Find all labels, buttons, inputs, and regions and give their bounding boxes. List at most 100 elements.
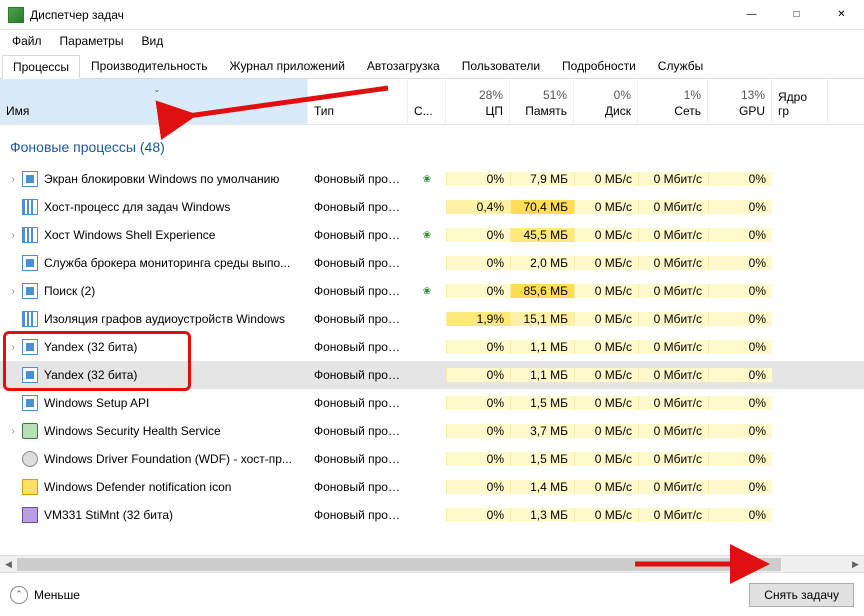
network-label: Сеть	[674, 104, 701, 118]
horizontal-scrollbar[interactable]: ◀ ▶	[0, 555, 864, 572]
leaf-icon: ❀	[423, 230, 431, 241]
process-cpu: 0%	[446, 172, 510, 186]
process-network: 0 Мбит/с	[638, 396, 708, 410]
expand-icon[interactable]: ›	[6, 174, 20, 185]
process-cpu: 0%	[446, 256, 510, 270]
process-disk: 0 МБ/с	[574, 256, 638, 270]
process-row[interactable]: ›Windows Security Health ServiceФоновый …	[0, 417, 864, 445]
process-cpu: 0%	[446, 508, 510, 522]
process-name: Поиск (2)	[44, 284, 95, 298]
process-memory: 7,9 МБ	[510, 172, 574, 186]
process-gpu: 0%	[708, 508, 772, 522]
process-icon	[22, 311, 38, 327]
menu-file[interactable]: Файл	[4, 32, 50, 50]
process-type: Фоновый процесс	[308, 172, 408, 186]
tab-5[interactable]: Подробности	[551, 54, 647, 78]
gpu-label: GPU	[739, 104, 765, 118]
expand-icon[interactable]: ›	[6, 286, 20, 297]
process-name: Windows Driver Foundation (WDF) - хост-п…	[44, 452, 292, 466]
column-name-label: Имя	[6, 104, 29, 118]
tab-4[interactable]: Пользователи	[451, 54, 551, 78]
column-name[interactable]: ⌄ Имя	[0, 79, 308, 124]
process-row[interactable]: Windows Setup APIФоновый процесс0%1,5 МБ…	[0, 389, 864, 417]
column-memory[interactable]: 51% Память	[510, 79, 574, 124]
end-task-button[interactable]: Снять задачу	[749, 583, 854, 607]
tab-6[interactable]: Службы	[647, 54, 714, 78]
process-cpu: 0%	[446, 284, 510, 298]
expand-icon[interactable]: ›	[6, 426, 20, 437]
process-row[interactable]: ›Поиск (2)Фоновый процесс❀0%85,6 МБ0 МБ/…	[0, 277, 864, 305]
process-name: VM331 StiMnt (32 бита)	[44, 508, 173, 522]
process-type: Фоновый процесс	[308, 200, 408, 214]
process-type: Фоновый процесс	[308, 452, 408, 466]
fewer-details-button[interactable]: ⌃ Меньше	[10, 586, 80, 604]
process-cpu: 0%	[446, 424, 510, 438]
menu-view[interactable]: Вид	[133, 32, 171, 50]
process-row[interactable]: Изоляция графов аудиоустройств WindowsФо…	[0, 305, 864, 333]
process-row[interactable]: Служба брокера мониторинга среды выпо...…	[0, 249, 864, 277]
process-disk: 0 МБ/с	[574, 228, 638, 242]
tab-0[interactable]: Процессы	[2, 55, 80, 79]
process-memory: 70,4 МБ	[510, 200, 574, 214]
expand-icon[interactable]: ›	[6, 342, 20, 353]
process-disk: 0 МБ/с	[574, 424, 638, 438]
tab-3[interactable]: Автозагрузка	[356, 54, 451, 78]
close-button[interactable]: ✕	[819, 0, 864, 30]
process-status: ❀	[408, 174, 446, 185]
menu-options[interactable]: Параметры	[52, 32, 132, 50]
network-percent: 1%	[684, 88, 701, 102]
column-headers: ⌄ Имя Тип С... 28% ЦП 51% Память 0% Диск…	[0, 79, 864, 125]
process-disk: 0 МБ/с	[574, 312, 638, 326]
process-cpu: 0%	[446, 368, 510, 382]
process-icon	[22, 339, 38, 355]
tab-2[interactable]: Журнал приложений	[219, 54, 356, 78]
column-disk[interactable]: 0% Диск	[574, 79, 638, 124]
column-cpu[interactable]: 28% ЦП	[446, 79, 510, 124]
fewer-details-label: Меньше	[34, 588, 80, 602]
process-type: Фоновый процесс	[308, 424, 408, 438]
leaf-icon: ❀	[423, 286, 431, 297]
process-row[interactable]: Windows Defender notification iconФоновы…	[0, 473, 864, 501]
process-row[interactable]: ›Yandex (32 бита)Фоновый процесс0%1,1 МБ…	[0, 333, 864, 361]
chevron-up-icon: ⌃	[10, 586, 28, 604]
process-memory: 1,1 МБ	[510, 368, 574, 382]
column-status[interactable]: С...	[408, 79, 446, 124]
scroll-right-button[interactable]: ▶	[847, 556, 864, 572]
column-gpu[interactable]: 13% GPU	[708, 79, 772, 124]
process-disk: 0 МБ/с	[574, 340, 638, 354]
process-row[interactable]: ›Хост Windows Shell ExperienceФоновый пр…	[0, 221, 864, 249]
process-gpu: 0%	[708, 340, 772, 354]
process-row[interactable]: Yandex (32 бита)Фоновый процесс0%1,1 МБ0…	[0, 361, 864, 389]
column-network[interactable]: 1% Сеть	[638, 79, 708, 124]
process-icon	[22, 283, 38, 299]
process-name: Служба брокера мониторинга среды выпо...	[44, 256, 290, 270]
process-type: Фоновый процесс	[308, 368, 408, 382]
process-row[interactable]: Хост-процесс для задач WindowsФоновый пр…	[0, 193, 864, 221]
process-memory: 2,0 МБ	[510, 256, 574, 270]
scroll-track[interactable]	[17, 556, 847, 572]
process-list[interactable]: Фоновые процессы (48) ›Экран блокировки …	[0, 125, 864, 555]
process-row[interactable]: Windows Driver Foundation (WDF) - хост-п…	[0, 445, 864, 473]
maximize-button[interactable]: □	[774, 0, 819, 30]
scroll-left-button[interactable]: ◀	[0, 556, 17, 572]
tab-1[interactable]: Производительность	[80, 54, 218, 78]
disk-percent: 0%	[614, 88, 631, 102]
leaf-icon: ❀	[423, 174, 431, 185]
process-row[interactable]: VM331 StiMnt (32 бита)Фоновый процесс0%1…	[0, 501, 864, 529]
process-network: 0 Мбит/с	[638, 508, 708, 522]
scroll-thumb[interactable]	[17, 558, 781, 571]
process-icon	[22, 423, 38, 439]
column-type[interactable]: Тип	[308, 79, 408, 124]
process-disk: 0 МБ/с	[574, 480, 638, 494]
process-gpu: 0%	[708, 424, 772, 438]
process-memory: 85,6 МБ	[510, 284, 574, 298]
minimize-button[interactable]: —	[729, 0, 774, 30]
process-row[interactable]: ›Экран блокировки Windows по умолчаниюФо…	[0, 165, 864, 193]
column-gpu-core[interactable]: Ядро гр	[772, 79, 828, 124]
title-bar: Диспетчер задач — □ ✕	[0, 0, 864, 30]
process-gpu: 0%	[708, 452, 772, 466]
expand-icon[interactable]: ›	[6, 230, 20, 241]
process-cpu: 0%	[446, 452, 510, 466]
process-icon	[22, 367, 38, 383]
sort-indicator-icon: ⌄	[154, 85, 161, 94]
